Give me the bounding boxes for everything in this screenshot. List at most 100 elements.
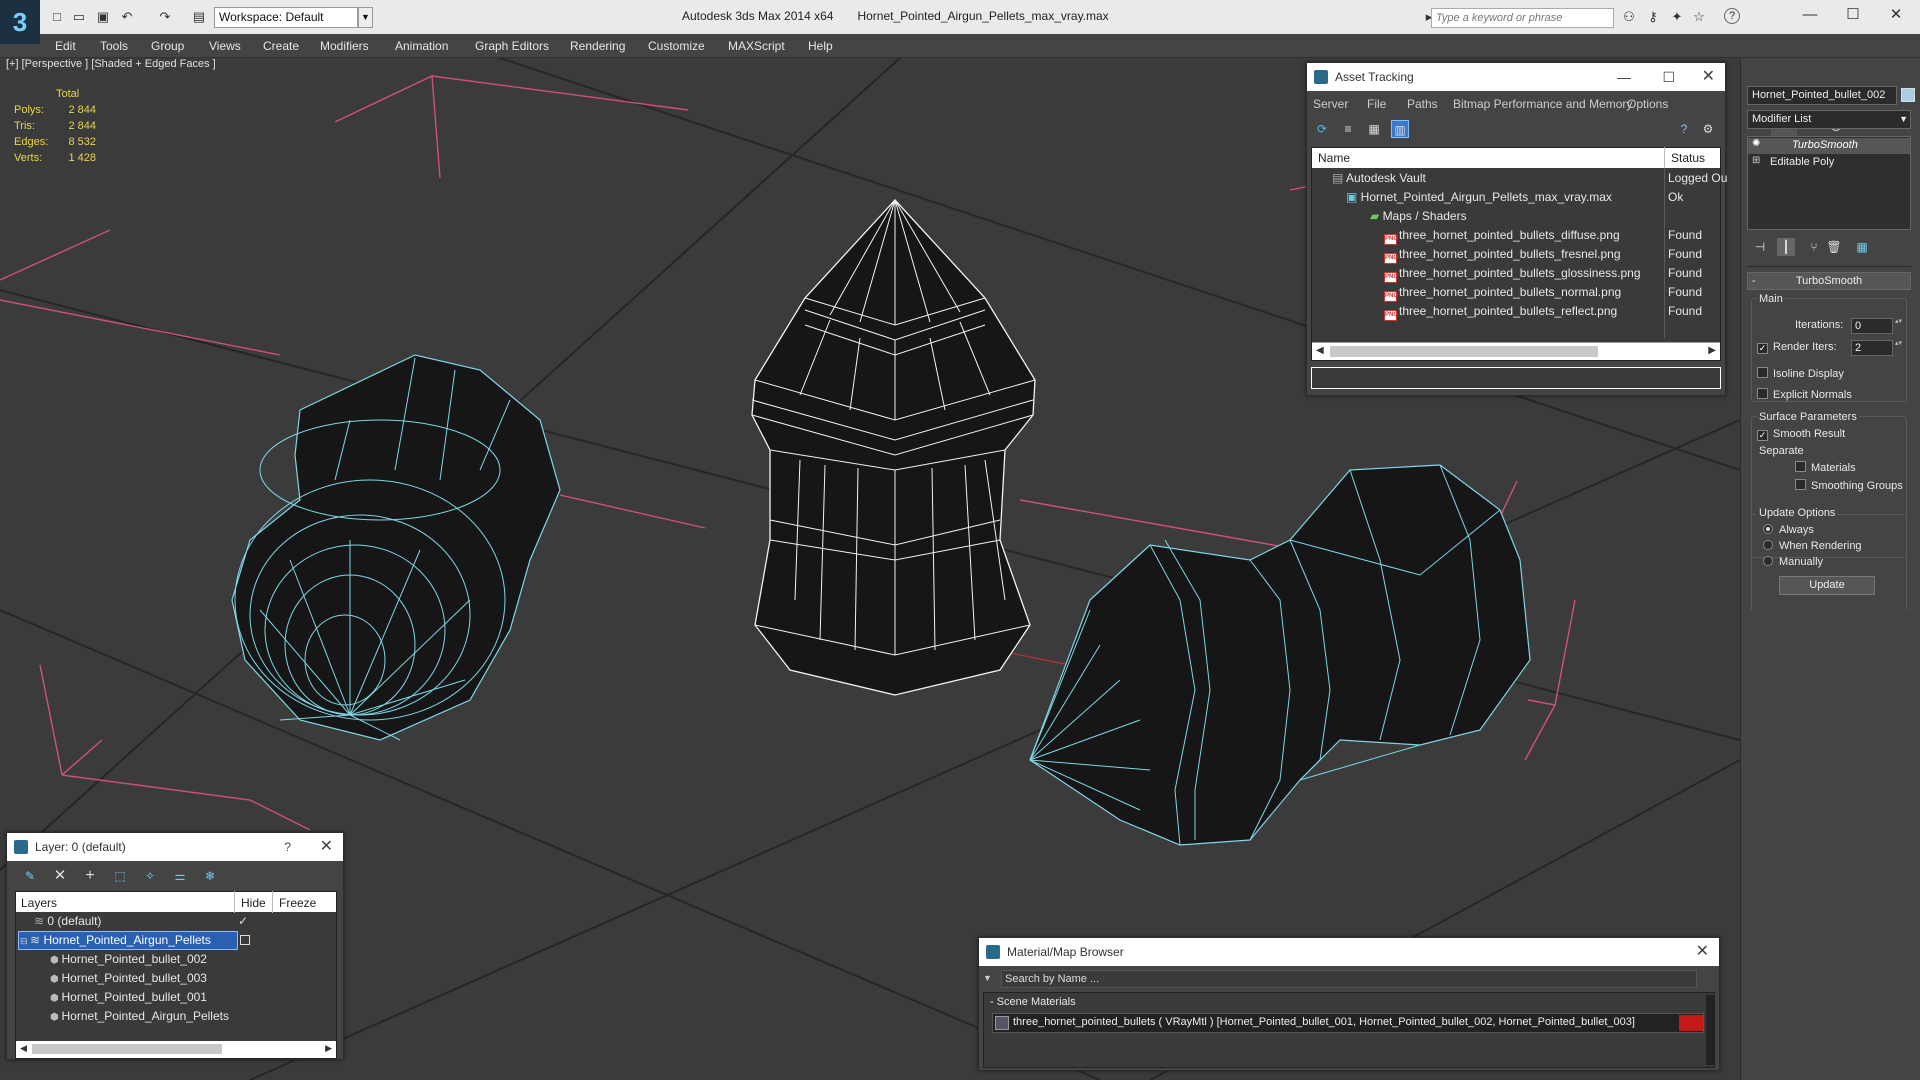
- chevron-down-icon[interactable]: ▼: [358, 7, 373, 28]
- object-row-pellets[interactable]: ⬢ Hornet_Pointed_Airgun_Pellets: [50, 1007, 229, 1026]
- list-view-icon[interactable]: ≡: [1339, 120, 1357, 138]
- vertical-scrollbar[interactable]: [1706, 995, 1714, 1065]
- object-row-bullet-003[interactable]: ⬢ Hornet_Pointed_bullet_003: [50, 969, 207, 988]
- object-row-bullet-002[interactable]: ⬢ Hornet_Pointed_bullet_002: [50, 950, 207, 969]
- material-browser-title-bar[interactable]: Material/Map Browser ✕: [979, 938, 1719, 966]
- scrollbar-thumb[interactable]: [32, 1044, 222, 1054]
- configure-modifier-sets-icon[interactable]: ▦: [1853, 238, 1871, 256]
- menu-rendering[interactable]: Rendering: [570, 39, 625, 53]
- materials-checkbox[interactable]: [1795, 461, 1806, 472]
- scene-materials-section[interactable]: - Scene Materials: [990, 993, 1076, 1012]
- help-icon[interactable]: ?: [1724, 8, 1740, 24]
- help-search-input[interactable]: Type a keyword or phrase: [1431, 8, 1614, 28]
- turbosmooth-rollout-header[interactable]: - TurboSmooth: [1747, 272, 1911, 290]
- search-by-name-input[interactable]: Search by Name ...: [1001, 970, 1697, 988]
- materials-row[interactable]: Materials: [1795, 459, 1856, 478]
- current-layer-box-icon[interactable]: [240, 935, 250, 945]
- asset-row-normal[interactable]: PNGthree_hornet_pointed_bullets_normal.p…: [1384, 283, 1621, 302]
- hide-all-icon[interactable]: ⚌: [171, 867, 189, 885]
- smooth-result-checkbox[interactable]: ✓: [1757, 430, 1768, 441]
- layer-hscrollbar[interactable]: ◀ ▶: [16, 1041, 336, 1058]
- expand-icon[interactable]: ⊞: [1752, 155, 1760, 166]
- undo-icon[interactable]: ↶: [118, 8, 136, 26]
- asset-menu-server[interactable]: Server: [1313, 95, 1348, 114]
- asset-path-field[interactable]: [1311, 367, 1721, 389]
- settings-icon[interactable]: ⚙: [1699, 120, 1717, 138]
- column-freeze[interactable]: Freeze: [272, 891, 316, 913]
- scroll-left-icon[interactable]: ◀: [20, 1043, 27, 1054]
- asset-menu-paths[interactable]: Paths: [1407, 95, 1438, 114]
- scroll-left-icon[interactable]: ◀: [1316, 345, 1324, 356]
- active-layer-check-icon[interactable]: ✓: [238, 914, 248, 928]
- scroll-right-icon[interactable]: ▶: [325, 1043, 332, 1054]
- minimize-button[interactable]: —: [1790, 4, 1830, 26]
- explicit-normals-checkbox[interactable]: [1757, 388, 1768, 399]
- highlight-layer-icon[interactable]: ✧: [141, 867, 159, 885]
- when-rendering-radio[interactable]: [1763, 540, 1773, 550]
- scrollbar-thumb[interactable]: [1330, 346, 1598, 357]
- refresh-icon[interactable]: ⟳: [1313, 120, 1331, 138]
- make-unique-icon[interactable]: ⑂: [1805, 238, 1823, 256]
- save-icon[interactable]: ▣: [94, 8, 112, 26]
- close-icon[interactable]: ✕: [320, 833, 333, 861]
- new-file-icon[interactable]: □: [48, 8, 66, 26]
- asset-menu-options[interactable]: Options: [1627, 95, 1668, 114]
- asset-row-maps[interactable]: ▰ Maps / Shaders: [1370, 207, 1467, 226]
- open-file-icon[interactable]: ▭: [70, 8, 88, 26]
- asset-row-vault[interactable]: ▤ Autodesk Vault: [1332, 169, 1426, 188]
- close-icon[interactable]: ✕: [1696, 938, 1709, 966]
- always-radio[interactable]: [1763, 524, 1773, 534]
- collapse-icon[interactable]: ⊟: [20, 936, 30, 946]
- smoothing-groups-checkbox[interactable]: [1795, 479, 1806, 490]
- menu-tools[interactable]: Tools: [100, 39, 128, 53]
- add-to-layer-icon[interactable]: +: [81, 867, 99, 885]
- binoculars-icon[interactable]: ⚇: [1620, 8, 1638, 26]
- thumbnail-view-icon[interactable]: ▦: [1365, 120, 1383, 138]
- create-layer-icon[interactable]: ✎: [21, 867, 39, 885]
- pin-stack-icon[interactable]: ⊣: [1751, 238, 1769, 256]
- delete-layer-icon[interactable]: ✕: [51, 867, 69, 885]
- horizontal-scrollbar[interactable]: ◀ ▶: [1312, 342, 1720, 360]
- manually-radio-row[interactable]: Manually: [1763, 553, 1823, 572]
- favorites-star-icon[interactable]: ☆: [1690, 8, 1708, 26]
- pellet-center[interactable]: [751, 199, 1036, 696]
- maximize-icon[interactable]: ☐: [1662, 63, 1675, 91]
- maximize-button[interactable]: ☐: [1833, 4, 1873, 26]
- workspace-dropdown[interactable]: Workspace: Default ▼: [214, 7, 373, 28]
- render-iters-checkbox[interactable]: ✓: [1757, 343, 1768, 354]
- object-color-swatch[interactable]: [1901, 88, 1915, 102]
- key-icon[interactable]: ⚷: [1644, 8, 1662, 26]
- explicit-normals-row[interactable]: Explicit Normals: [1757, 386, 1852, 405]
- freeze-all-icon[interactable]: ❄: [201, 867, 219, 885]
- update-button[interactable]: Update: [1779, 576, 1875, 595]
- menu-help[interactable]: Help: [808, 39, 833, 53]
- asset-menu-file[interactable]: File: [1367, 95, 1386, 114]
- menu-modifiers[interactable]: Modifiers: [320, 39, 369, 53]
- redo-icon[interactable]: ↷: [156, 8, 174, 26]
- viewport-label[interactable]: [+] [Perspective ] [Shaded + Edged Faces…: [6, 58, 216, 70]
- column-layers[interactable]: Layers: [21, 896, 57, 910]
- modifier-list-dropdown[interactable]: Modifier List ▼: [1747, 110, 1911, 129]
- menu-group[interactable]: Group: [151, 39, 184, 53]
- asset-tracking-title-bar[interactable]: Asset Tracking — ☐ ✕: [1307, 63, 1725, 91]
- pellet-left[interactable]: [231, 354, 561, 741]
- project-folder-icon[interactable]: ▤: [190, 8, 208, 26]
- column-hide[interactable]: Hide: [234, 891, 266, 913]
- menu-customize[interactable]: Customize: [648, 39, 705, 53]
- asset-row-reflect[interactable]: PNGthree_hornet_pointed_bullets_reflect.…: [1384, 302, 1617, 321]
- menu-create[interactable]: Create: [263, 39, 299, 53]
- layer-title-bar[interactable]: Layer: 0 (default) ? ✕: [7, 833, 343, 861]
- render-iters-spinner[interactable]: 2: [1851, 340, 1904, 356]
- stack-item-turbosmooth[interactable]: ✺ TurboSmooth: [1748, 138, 1910, 154]
- browser-options-icon[interactable]: ▼: [983, 970, 997, 986]
- column-name[interactable]: Name: [1318, 151, 1350, 165]
- help-icon[interactable]: ?: [284, 833, 291, 861]
- smoothing-groups-row[interactable]: Smoothing Groups: [1795, 477, 1903, 496]
- column-status[interactable]: Status: [1664, 147, 1705, 169]
- iterations-spinner[interactable]: 0: [1851, 318, 1904, 334]
- help-icon[interactable]: ?: [1675, 120, 1693, 138]
- layer-row-pellets[interactable]: ⊟ ≋ Hornet_Pointed_Airgun_Pellets: [20, 931, 211, 950]
- isoline-checkbox[interactable]: [1757, 367, 1768, 378]
- asset-row-glossiness[interactable]: PNGthree_hornet_pointed_bullets_glossine…: [1384, 264, 1641, 283]
- communication-center-icon[interactable]: ✦: [1668, 8, 1686, 26]
